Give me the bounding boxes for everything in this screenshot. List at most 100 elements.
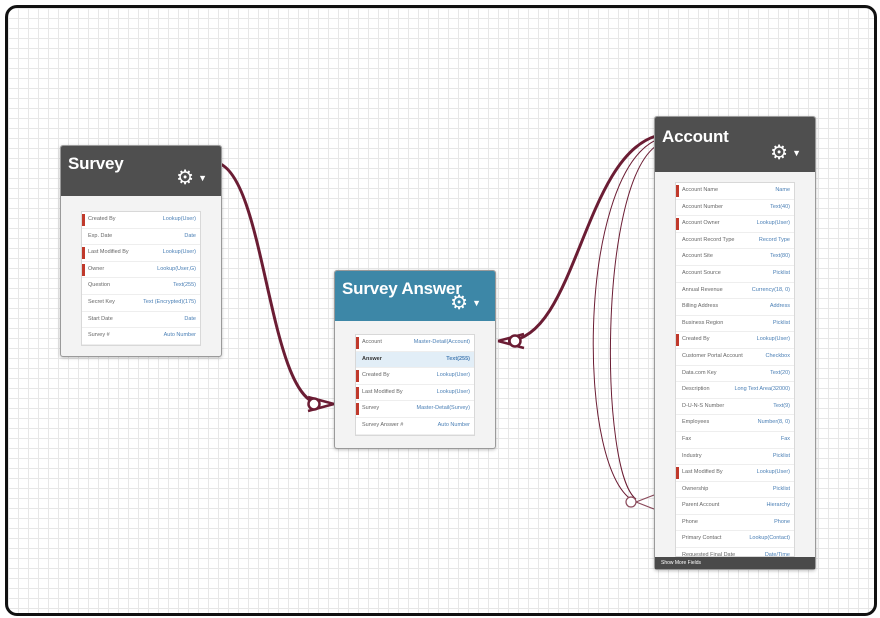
- field-name: Survey Answer #: [362, 421, 404, 428]
- object-title: Account: [662, 127, 729, 146]
- field-row[interactable]: Survey Master-Detail(Survey): [356, 401, 474, 418]
- field-row[interactable]: Account Source Picklist: [676, 266, 794, 283]
- field-type: Currency(18, 0): [751, 286, 790, 293]
- field-row[interactable]: Account Number Text(40): [676, 200, 794, 217]
- account-header: Account ⚙ ▼: [655, 117, 815, 172]
- field-name: Annual Revenue: [682, 286, 723, 293]
- field-row[interactable]: Last Modified By Lookup(User): [356, 385, 474, 402]
- field-row[interactable]: Phone Phone: [676, 515, 794, 532]
- field-type: Picklist: [772, 452, 790, 459]
- field-row[interactable]: Created By Lookup(User): [82, 212, 200, 229]
- field-type: Auto Number: [163, 332, 196, 339]
- field-name: Last Modified By: [362, 388, 403, 395]
- object-title: Survey: [68, 154, 124, 173]
- field-row[interactable]: Employees Number(8, 0): [676, 415, 794, 432]
- field-list: Account Master-Detail(Account) Answer Text(…: [355, 334, 475, 436]
- gear-icon: ⚙: [770, 142, 789, 164]
- field-type: Picklist: [772, 269, 790, 276]
- field-row[interactable]: Ownership Picklist: [676, 482, 794, 499]
- field-name: Fax: [682, 435, 692, 442]
- field-type: Master-Detail(Survey): [416, 405, 470, 412]
- field-row[interactable]: Survey Answer # Auto Number: [356, 418, 474, 435]
- field-row[interactable]: Description Long Text Area(32000): [676, 382, 794, 399]
- field-name: Answer: [362, 355, 382, 362]
- field-type: Date/Time: [764, 552, 790, 557]
- field-list: Account Name Name Account Number Text(40) Ac…: [675, 182, 795, 557]
- field-name: Account Name: [682, 187, 719, 193]
- field-name: Created By: [88, 216, 116, 222]
- field-type: Name: [775, 187, 790, 193]
- survey-object-card[interactable]: Survey ⚙ ▼ Created By Lookup(User) Exp. Da…: [60, 145, 222, 357]
- field-type: Lookup(User): [436, 372, 470, 379]
- field-name: Account Record Type: [682, 236, 735, 243]
- field-row[interactable]: Answer Text(255): [356, 351, 474, 369]
- survey-header: Survey ⚙ ▼: [61, 146, 221, 196]
- field-type: Lookup(User): [436, 388, 470, 395]
- field-row[interactable]: Exp. Date Date: [82, 229, 200, 246]
- schema-canvas[interactable]: Survey ⚙ ▼ Created By Lookup(User) Exp. Da…: [5, 5, 877, 616]
- field-type: Date: [184, 232, 196, 239]
- field-row[interactable]: Survey # Auto Number: [82, 328, 200, 345]
- field-row[interactable]: Last Modified By Lookup(User): [676, 465, 794, 482]
- field-row[interactable]: Fax Fax: [676, 432, 794, 449]
- field-row[interactable]: Industry Picklist: [676, 449, 794, 466]
- field-name: Last Modified By: [88, 249, 129, 256]
- field-row[interactable]: Account Owner Lookup(User): [676, 216, 794, 233]
- field-row[interactable]: Last Modified By Lookup(User): [82, 245, 200, 262]
- field-name: Business Region: [682, 319, 724, 326]
- field-type: Text(9): [773, 402, 790, 409]
- field-row[interactable]: Business Region Picklist: [676, 316, 794, 333]
- relationship-account-parent-inner: [609, 145, 657, 500]
- field-name: Industry: [682, 452, 702, 459]
- required-field-marker: [82, 214, 85, 226]
- field-name: Account Number: [682, 203, 723, 210]
- field-type: Text(255): [173, 282, 196, 289]
- field-row[interactable]: Account Site Text(80): [676, 249, 794, 266]
- account-object-card[interactable]: Account ⚙ ▼ Account Name Name Account Numb…: [654, 116, 816, 570]
- field-type: Picklist: [772, 485, 790, 492]
- gear-icon: ⚙: [450, 292, 469, 314]
- field-row[interactable]: Billing Address Address: [676, 299, 794, 316]
- field-row[interactable]: Primary Contact Lookup(Contact): [676, 531, 794, 549]
- gear-icon: ⚙: [176, 167, 195, 189]
- field-name: Parent Account: [682, 502, 720, 509]
- field-name: Customer Portal Account: [682, 352, 743, 359]
- field-row[interactable]: Owner Lookup(User,G): [82, 262, 200, 279]
- field-row[interactable]: D-U-N-S Number Text(9): [676, 399, 794, 416]
- chevron-down-icon: ▼: [198, 173, 207, 183]
- relationship-account-to-answer: [507, 134, 657, 343]
- gear-menu-button[interactable]: ⚙ ▼: [770, 143, 801, 163]
- required-field-marker: [82, 263, 85, 276]
- field-row[interactable]: Parent Account Hierarchy: [676, 498, 794, 515]
- field-row[interactable]: Customer Portal Account Checkbox: [676, 349, 794, 366]
- field-type: Hierarchy: [766, 502, 790, 509]
- field-row[interactable]: Created By Lookup(User): [356, 368, 474, 385]
- field-row[interactable]: Data.com Key Text(20): [676, 366, 794, 383]
- field-type: Text(255): [446, 355, 470, 362]
- field-row[interactable]: Requested Final Date Date/Time: [676, 548, 794, 557]
- field-name: Phone: [682, 518, 698, 525]
- field-row[interactable]: Question Text(255): [82, 278, 200, 295]
- survey-answer-object-card[interactable]: Survey Answer ⚙ ▼ Account Master-Detail(A…: [334, 270, 496, 449]
- field-type: Master-Detail(Account): [413, 339, 470, 345]
- field-type: Auto Number: [437, 421, 470, 428]
- required-field-marker: [676, 218, 679, 231]
- field-name: Survey #: [88, 332, 110, 339]
- field-row[interactable]: Account Name Name: [676, 183, 794, 200]
- gear-menu-button[interactable]: ⚙ ▼: [176, 168, 207, 188]
- field-name: Employees: [682, 419, 710, 426]
- field-row[interactable]: Account Record Type Record Type: [676, 233, 794, 250]
- field-row[interactable]: Secret Key Text (Encrypted)(175): [82, 295, 200, 312]
- gear-menu-button[interactable]: ⚙ ▼: [450, 293, 481, 313]
- field-row[interactable]: Annual Revenue Currency(18, 0): [676, 283, 794, 300]
- show-more-fields-button[interactable]: Show More Fields: [655, 557, 815, 569]
- field-row[interactable]: Account Master-Detail(Account): [356, 335, 474, 352]
- field-name: Primary Contact: [682, 535, 722, 542]
- field-row[interactable]: Created By Lookup(User): [676, 332, 794, 349]
- field-name: Description: [682, 386, 710, 393]
- field-name: Billing Address: [682, 303, 719, 310]
- field-type: Lookup(User): [756, 469, 790, 476]
- field-row[interactable]: Start Date Date: [82, 312, 200, 329]
- field-type: Checkbox: [765, 352, 790, 359]
- field-name: D-U-N-S Number: [682, 402, 725, 409]
